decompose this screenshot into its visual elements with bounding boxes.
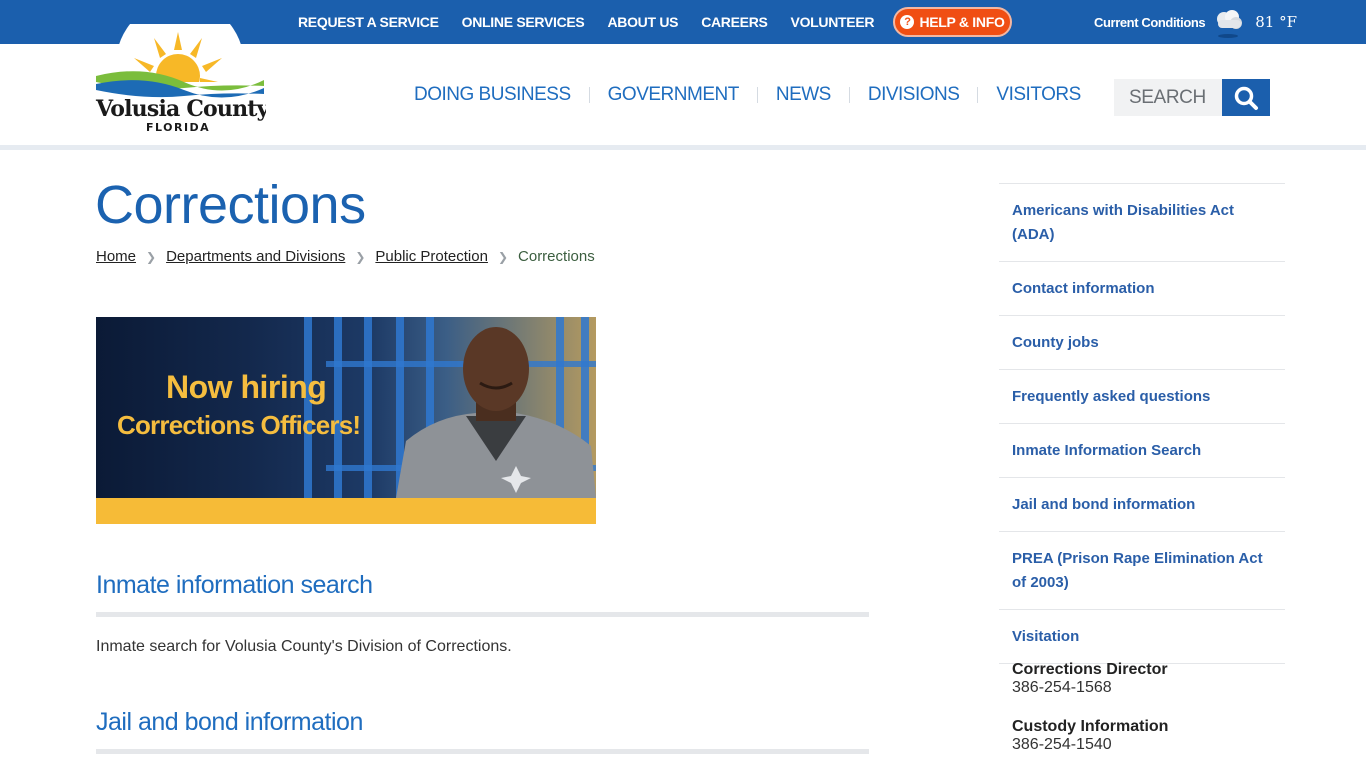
question-circle-icon: ?	[900, 15, 915, 29]
utility-nav: REQUEST A SERVICE ONLINE SERVICES ABOUT …	[298, 0, 897, 44]
conditions-label: Current Conditions	[1094, 14, 1206, 30]
contact-title: Custody Information	[1012, 718, 1169, 735]
svg-text:Volusia County: Volusia County	[95, 96, 266, 122]
contact-custody-information: Custody Information 386-254-1540	[1012, 718, 1168, 754]
nav-divisions[interactable]: DIVISIONS	[868, 84, 960, 106]
nav-divider	[848, 87, 850, 103]
section-divider	[96, 749, 869, 754]
chevron-right-icon: ❯	[146, 249, 157, 264]
search-button[interactable]	[1222, 79, 1270, 116]
jail-bar	[304, 317, 312, 498]
section-heading-jail-bond[interactable]: Jail and bond information	[96, 708, 363, 737]
nav-divider	[588, 87, 590, 103]
section-text-inmate-search: Inmate search for Volusia County's Divis…	[96, 638, 512, 655]
section-divider	[96, 612, 869, 617]
chevron-right-icon: ❯	[355, 249, 366, 264]
volusia-county-logo[interactable]: Volusia County FLORIDA	[94, 0, 271, 134]
help-info-label: HELP & INFO	[919, 14, 1005, 30]
nav-divider	[977, 87, 979, 103]
search-input[interactable]: SEARCH	[1114, 79, 1222, 116]
contact-phone[interactable]: 386-254-1568	[1012, 679, 1168, 697]
chevron-right-icon: ❯	[497, 249, 509, 264]
contact-corrections-director: Corrections Director 386-254-1568	[1012, 661, 1168, 697]
sidebar-item-contact[interactable]: Contact information	[999, 262, 1285, 316]
help-info-button[interactable]: ? HELP & INFO	[893, 7, 1012, 37]
jail-bond-link[interactable]: Jail and bond information	[96, 708, 363, 736]
contact-title: Corrections Director	[1012, 661, 1168, 678]
breadcrumb-current: Corrections	[518, 248, 595, 265]
officer-photo	[396, 327, 596, 498]
nav-government[interactable]: GOVERNMENT	[608, 84, 740, 106]
banner-line-1: Now hiring	[166, 369, 327, 405]
nav-online-services[interactable]: ONLINE SERVICES	[462, 14, 585, 30]
breadcrumb-public-protection[interactable]: Public Protection	[375, 248, 488, 265]
current-conditions[interactable]: Current Conditions 81 °F	[1094, 0, 1297, 44]
breadcrumb-home[interactable]: Home	[96, 248, 136, 265]
page-title: Corrections	[95, 175, 366, 235]
svg-text:FLORIDA: FLORIDA	[146, 121, 210, 134]
nav-about-us[interactable]: ABOUT US	[607, 14, 678, 30]
now-hiring-banner[interactable]: Now hiring Corrections Officers!	[96, 317, 596, 524]
breadcrumb: Home ❯ Departments and Divisions ❯ Publi…	[96, 248, 595, 265]
nav-request-a-service[interactable]: REQUEST A SERVICE	[298, 14, 439, 30]
banner-line-2: Corrections Officers!	[117, 410, 361, 440]
temperature: 81 °F	[1255, 13, 1298, 31]
sidebar-item-inmate-search[interactable]: Inmate Information Search	[999, 424, 1285, 478]
contact-phone[interactable]: 386-254-1540	[1012, 736, 1168, 754]
main-nav: DOING BUSINESS GOVERNMENT NEWS DIVISIONS…	[414, 84, 1081, 106]
nav-divider	[756, 87, 758, 103]
banner-footer-bar	[96, 498, 596, 524]
sidebar-item-ada[interactable]: Americans with Disabilities Act (ADA)	[999, 184, 1285, 262]
sidebar-item-faq[interactable]: Frequently asked questions	[999, 370, 1285, 424]
sidebar-item-prea[interactable]: PREA (Prison Rape Elimination Act of 200…	[999, 532, 1285, 610]
sidebar-item-county-jobs[interactable]: County jobs	[999, 316, 1285, 370]
nav-news[interactable]: NEWS	[776, 84, 832, 106]
cloudy-icon	[1211, 7, 1245, 38]
section-heading-inmate-search[interactable]: Inmate information search	[96, 571, 373, 600]
magnifier-icon	[1234, 86, 1258, 110]
nav-volunteer[interactable]: VOLUNTEER	[791, 14, 875, 30]
sidebar-item-visitation[interactable]: Visitation	[999, 610, 1285, 664]
sidebar-links: Americans with Disabilities Act (ADA) Co…	[999, 183, 1285, 664]
sidebar-item-jail-bond[interactable]: Jail and bond information	[999, 478, 1285, 532]
inmate-search-link[interactable]: Inmate information search	[96, 571, 373, 599]
breadcrumb-departments[interactable]: Departments and Divisions	[166, 248, 345, 265]
nav-careers[interactable]: CAREERS	[701, 14, 768, 30]
nav-visitors[interactable]: VISITORS	[996, 84, 1081, 106]
nav-doing-business[interactable]: DOING BUSINESS	[414, 84, 571, 106]
